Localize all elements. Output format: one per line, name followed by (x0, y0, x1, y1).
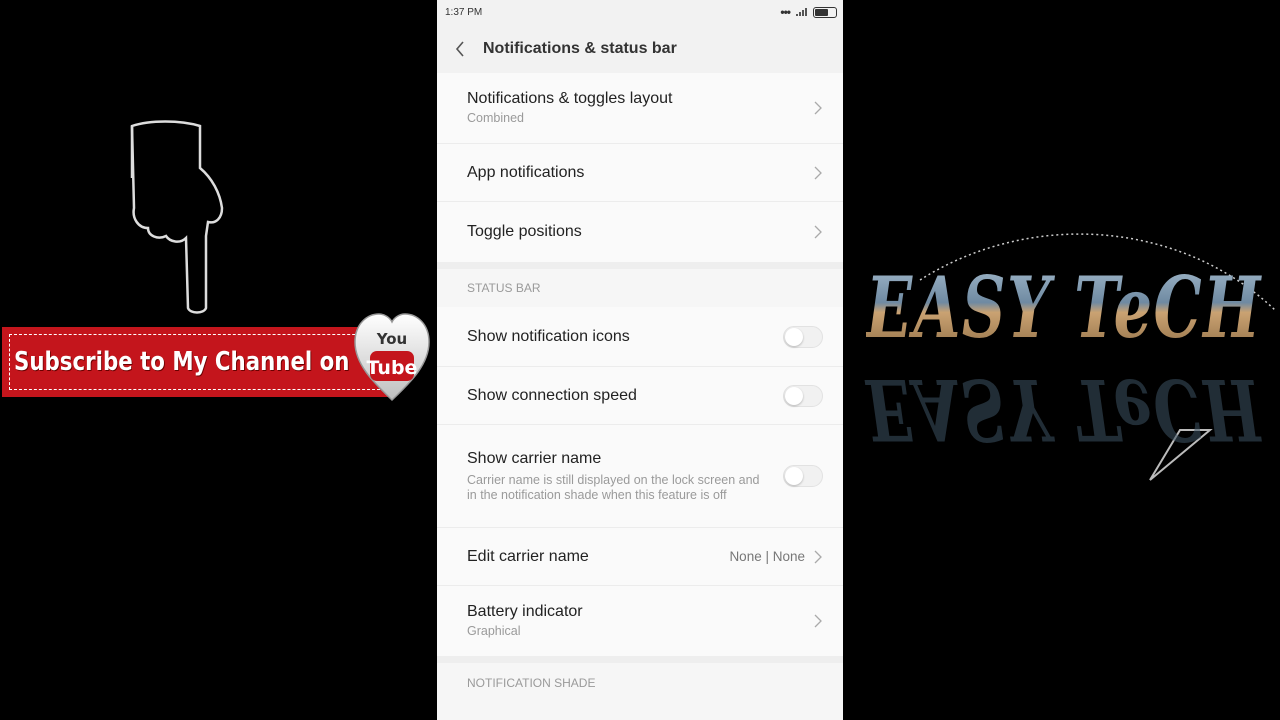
item-label: App notifications (467, 163, 585, 181)
notifications-toggles-layout-item[interactable]: Notifications & toggles layout Combined (437, 73, 843, 144)
item-label: Notifications & toggles layout (467, 90, 673, 107)
pointing-hand-icon (130, 120, 224, 314)
show-carrier-name-toggle[interactable] (783, 465, 823, 487)
item-label: Show carrier name (467, 449, 602, 467)
youtube-tube-text: Tube (367, 357, 418, 379)
edit-carrier-name-item[interactable]: Edit carrier name None | None (437, 528, 843, 586)
more-dots-icon: ••• (780, 5, 791, 19)
section-gap (437, 656, 843, 663)
section-header-status-bar: STATUS BAR (437, 269, 843, 307)
show-notification-icons-item[interactable]: Show notification icons (437, 307, 843, 367)
signal-icon (796, 8, 807, 16)
phone-screen: 1:37 PM ••• Notifications & status bar N… (437, 0, 843, 720)
youtube-you-text: You (376, 330, 407, 348)
battery-indicator-item[interactable]: Battery indicator Graphical (437, 586, 843, 656)
status-bar: 1:37 PM ••• (437, 0, 843, 24)
show-connection-speed-toggle[interactable] (783, 384, 823, 407)
item-label: Battery indicator (467, 603, 583, 620)
item-value: None | None (729, 549, 805, 564)
brand-logo-reflection: EASY TeCH (866, 360, 1262, 459)
item-sub: Combined (467, 111, 524, 125)
item-label: Show notification icons (467, 327, 630, 345)
item-sub: Carrier name is still displayed on the l… (467, 472, 760, 502)
brand-logo-text: EASY TeCH (866, 258, 1262, 357)
chevron-right-icon (814, 225, 822, 239)
show-connection-speed-item[interactable]: Show connection speed (437, 367, 843, 425)
chevron-right-icon (814, 166, 822, 179)
chevron-right-icon (814, 614, 822, 628)
app-notifications-item[interactable]: App notifications (437, 144, 843, 202)
show-carrier-name-item[interactable]: Show carrier name Carrier name is still … (437, 425, 843, 528)
section-gap (437, 262, 843, 269)
chevron-right-icon (814, 550, 822, 563)
back-arrow-icon[interactable] (455, 40, 471, 57)
status-icons: ••• (780, 5, 837, 19)
battery-icon (813, 6, 837, 18)
youtube-heart-logo: You Tube (354, 313, 430, 402)
title-bar: Notifications & status bar (437, 24, 843, 73)
item-label: Show connection speed (467, 386, 637, 404)
status-bar-list: Show notification icons Show connection … (437, 307, 843, 656)
page-title: Notifications & status bar (483, 39, 677, 57)
subscribe-banner: Subscribe to My Channel on (2, 327, 392, 397)
item-label: Edit carrier name (467, 547, 589, 565)
item-sub: Graphical (467, 624, 521, 638)
show-notification-icons-toggle[interactable] (783, 325, 823, 348)
section-header-notification-shade: NOTIFICATION SHADE (437, 663, 843, 703)
subscribe-banner-inner: Subscribe to My Channel on (9, 334, 385, 390)
item-label: Toggle positions (467, 223, 582, 240)
clock: 1:37 PM (445, 6, 483, 18)
settings-list: Notifications & toggles layout Combined … (437, 73, 843, 262)
subscribe-text: Subscribe to My Channel on (14, 347, 350, 377)
toggle-positions-item[interactable]: Toggle positions (437, 202, 843, 262)
chevron-right-icon (814, 101, 822, 115)
